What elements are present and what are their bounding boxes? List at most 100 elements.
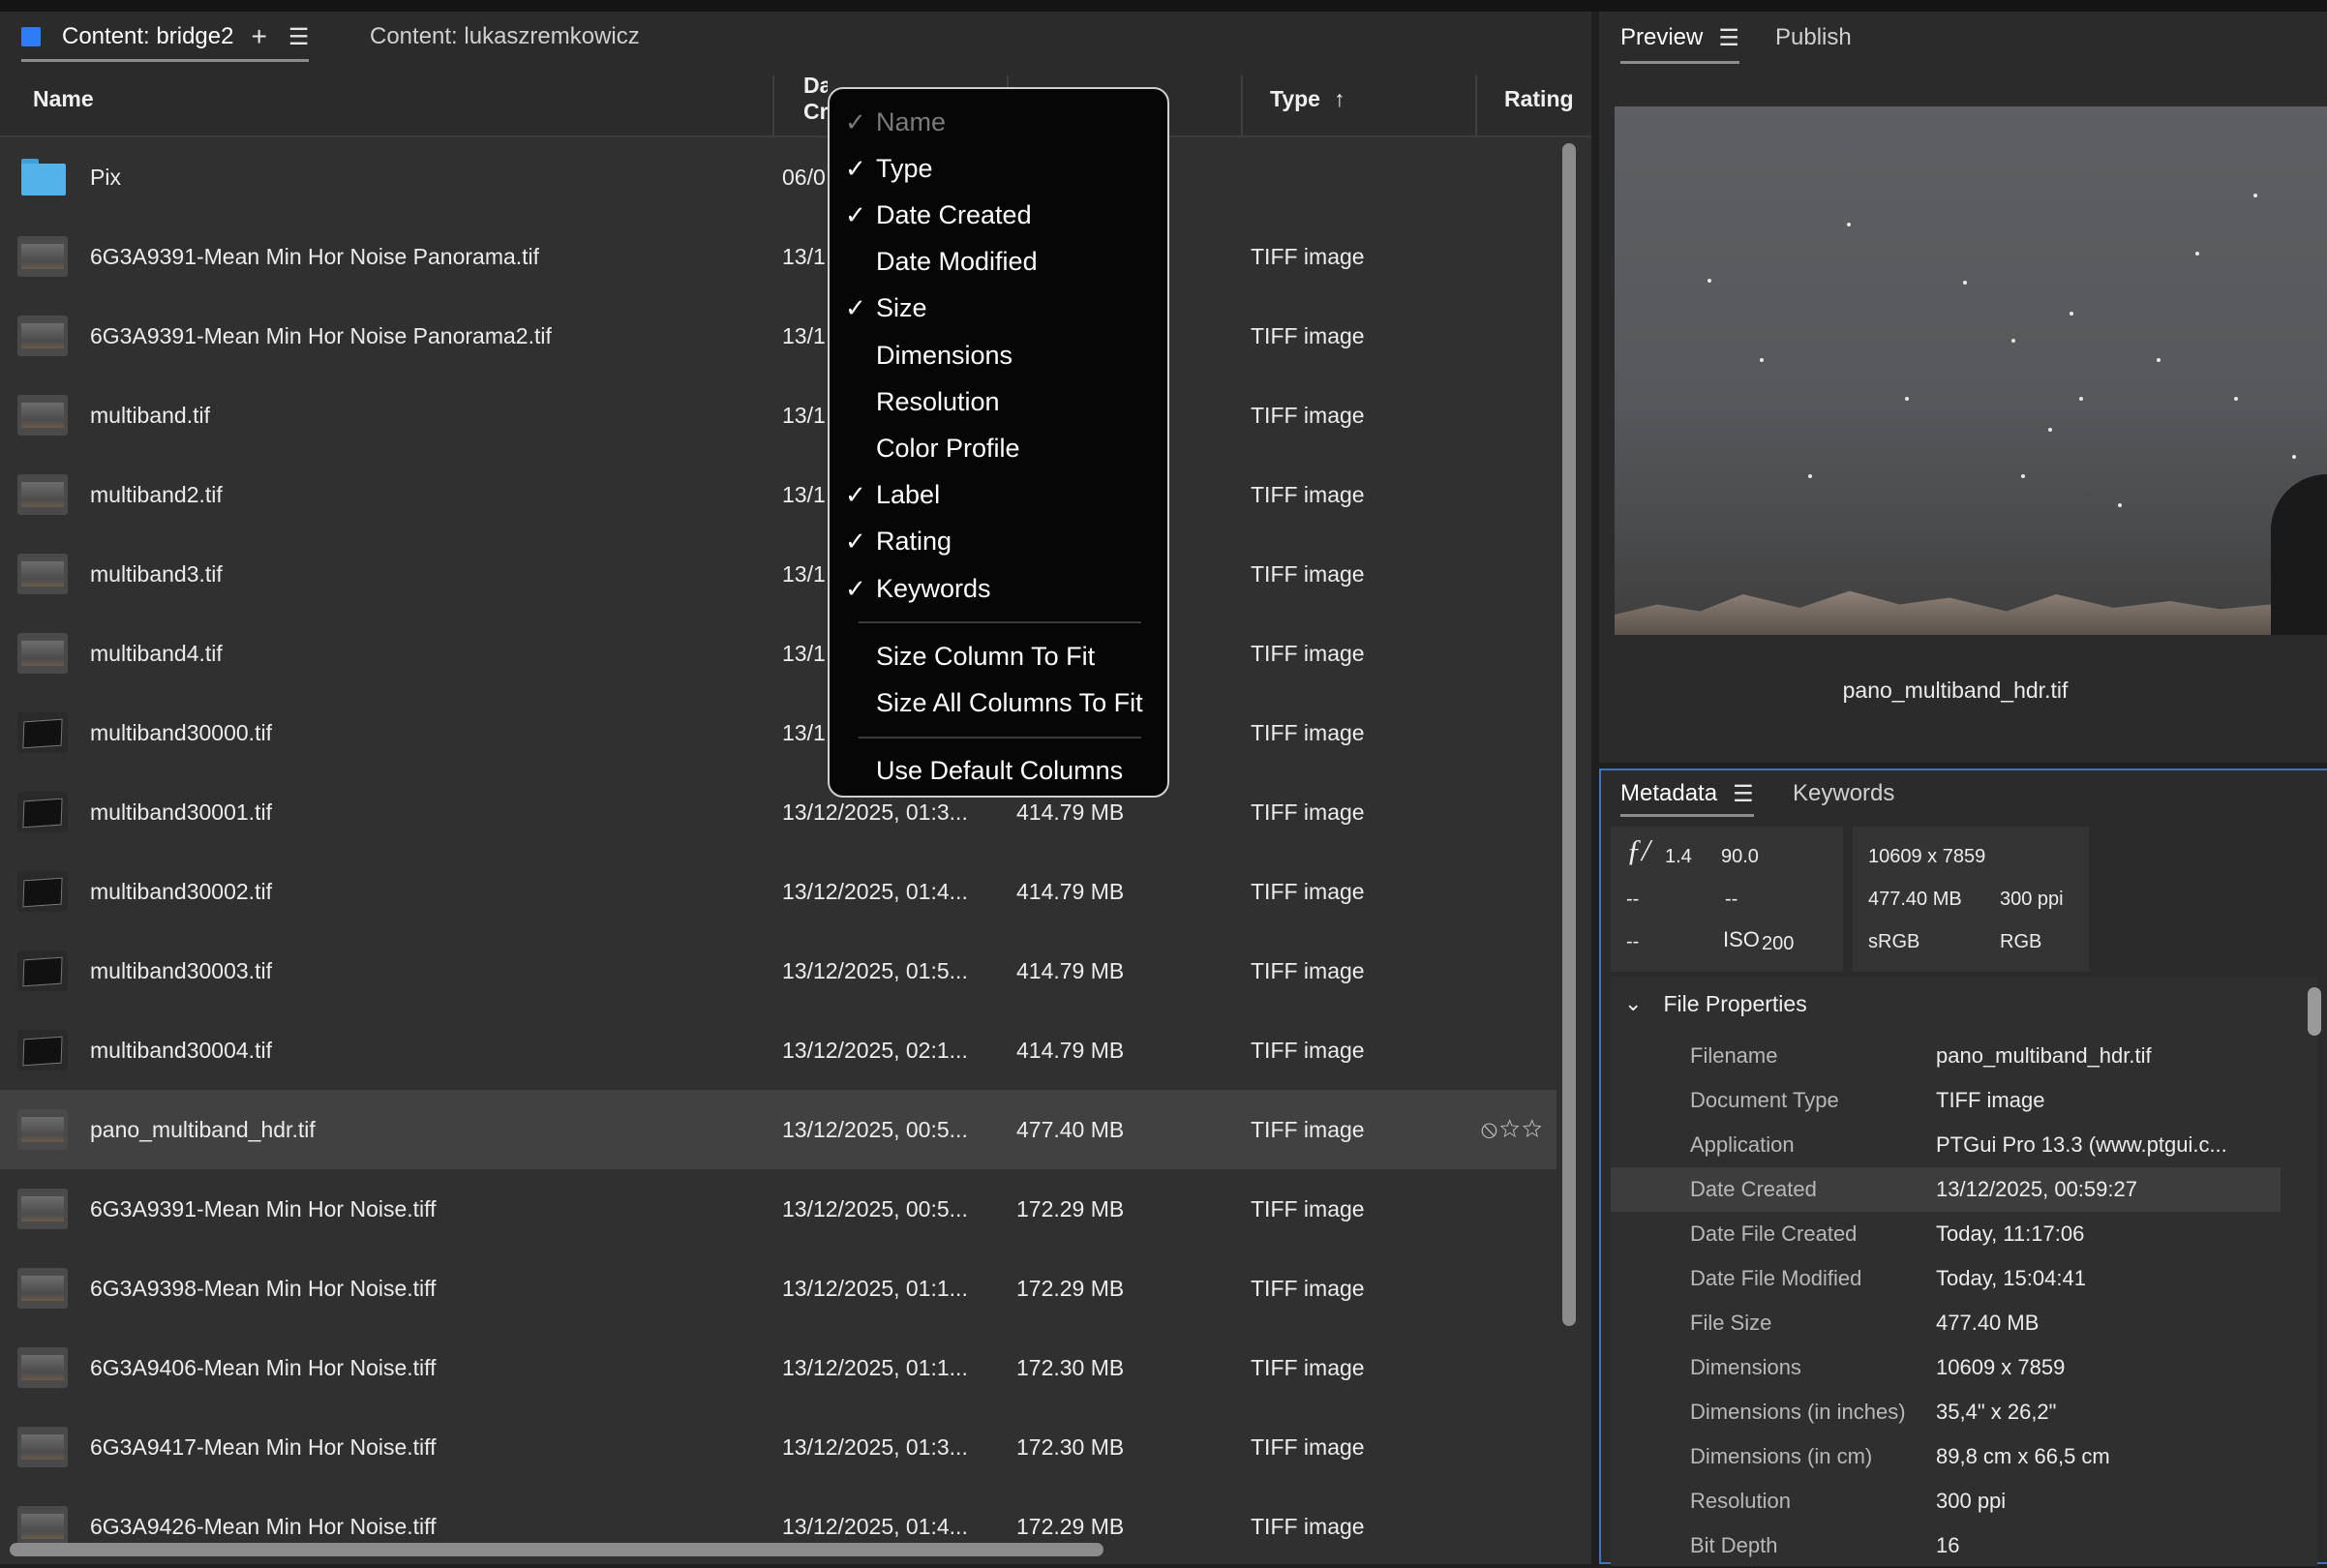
- column-divider[interactable]: [1475, 75, 1477, 136]
- property-value: PTGui Pro 13.3 (www.ptgui.c...: [1936, 1132, 2227, 1157]
- file-type: TIFF image: [1251, 878, 1365, 904]
- star-dot: [2195, 252, 2199, 256]
- property-key: Document Type: [1690, 1088, 1839, 1112]
- column-divider[interactable]: [1241, 75, 1243, 136]
- file-type: TIFF image: [1251, 243, 1365, 269]
- property-row[interactable]: Dimensions (in inches) 35,4" x 26,2": [1611, 1390, 2281, 1434]
- menu-item-date-created[interactable]: ✓ Date Created: [830, 192, 1167, 238]
- menu-item-label[interactable]: ✓ Label: [830, 472, 1167, 519]
- checkmark-icon: ✓: [845, 573, 866, 603]
- chevron-down-icon[interactable]: ⌄: [1624, 991, 1642, 1016]
- panel-menu-icon[interactable]: ☰: [288, 23, 310, 51]
- property-row[interactable]: Dimensions (in cm) 89,8 cm x 66,5 cm: [1611, 1434, 2281, 1479]
- metadata-scrollbar[interactable]: [2308, 987, 2321, 1036]
- file-date: 13/12/2025, 01:1...: [782, 1354, 968, 1380]
- add-tab-icon[interactable]: +: [251, 21, 266, 52]
- file-row[interactable]: multiband30000.tif 13/1 TIFF image: [0, 693, 1556, 774]
- column-header-name[interactable]: Name: [33, 62, 94, 136]
- menu-item-keywords[interactable]: ✓ Keywords: [830, 565, 1167, 612]
- property-row[interactable]: Date Created 13/12/2025, 00:59:27: [1611, 1167, 2281, 1212]
- menu-separator: [859, 621, 1141, 624]
- menu-item-dimensions[interactable]: Dimensions: [830, 332, 1167, 378]
- tab-keywords[interactable]: Keywords: [1793, 770, 1894, 817]
- menu-item-date-modified[interactable]: Date Modified: [830, 239, 1167, 286]
- tab-content-bridge2[interactable]: Content: bridge2 + ☰: [21, 12, 310, 62]
- file-row[interactable]: multiband4.tif 13/1 TIFF image: [0, 614, 1556, 695]
- column-header-row: Name Date Created Type ↑ Rating: [0, 62, 1591, 137]
- column-header-rating[interactable]: Rating: [1504, 62, 1574, 136]
- menu-item-size-all-columns-to-fit[interactable]: Size All Columns To Fit: [830, 679, 1167, 726]
- menu-item-color-profile[interactable]: Color Profile: [830, 425, 1167, 471]
- property-row[interactable]: Date File Modified Today, 15:04:41: [1611, 1256, 2281, 1301]
- menu-item-use-default-columns[interactable]: Use Default Columns: [830, 748, 1167, 795]
- tab-content-lukaszremkowicz[interactable]: Content: lukaszremkowicz: [370, 12, 640, 62]
- file-row[interactable]: Pix 06/0: [0, 137, 1556, 219]
- checkmark-icon: ✓: [845, 106, 866, 136]
- star-dot: [1963, 281, 1967, 285]
- file-properties-header[interactable]: ⌄ File Properties: [1611, 978, 2317, 1030]
- file-type: TIFF image: [1251, 1433, 1365, 1460]
- file-name: 6G3A9417-Mean Min Hor Noise.tiff: [90, 1433, 437, 1460]
- property-row[interactable]: Application PTGui Pro 13.3 (www.ptgui.c..…: [1611, 1123, 2281, 1167]
- panel-menu-icon[interactable]: ☰: [1733, 780, 1754, 808]
- file-row[interactable]: multiband30004.tif 13/12/2025, 02:1... 414…: [0, 1010, 1556, 1092]
- property-row[interactable]: File Size 477.40 MB: [1611, 1301, 2281, 1345]
- file-row[interactable]: multiband30001.tif 13/12/2025, 01:3... 414…: [0, 772, 1556, 854]
- file-summary-block: 10609 x 7859 477.40 MB 300 ppi sRGB RGB: [1853, 827, 2089, 972]
- vertical-scrollbar[interactable]: [1562, 143, 1576, 1326]
- file-type: TIFF image: [1251, 1037, 1365, 1063]
- rating-stars[interactable]: ⦸☆☆: [1481, 1090, 1544, 1169]
- menu-item-rating[interactable]: ✓ Rating: [830, 519, 1167, 565]
- column-header-date[interactable]: Date Created: [803, 62, 828, 136]
- file-date: 13/12/2025, 01:3...: [782, 1433, 968, 1460]
- metering-value: --: [1626, 931, 1640, 952]
- file-row[interactable]: multiband30003.tif 13/12/2025, 01:5... 414…: [0, 931, 1556, 1012]
- horizontal-scrollbar[interactable]: [10, 1543, 1103, 1556]
- property-key: Bit Depth: [1690, 1533, 1778, 1557]
- column-divider[interactable]: [772, 75, 774, 136]
- property-row[interactable]: Bit Depth 16: [1611, 1523, 2281, 1568]
- file-row[interactable]: 6G3A9406-Mean Min Hor Noise.tiff 13/12/20…: [0, 1328, 1556, 1409]
- file-row[interactable]: 6G3A9391-Mean Min Hor Noise Panorama.tif…: [0, 217, 1556, 298]
- tab-metadata[interactable]: Metadata ☰: [1620, 770, 1754, 817]
- file-thumbnail: [17, 1030, 68, 1070]
- file-type: TIFF image: [1251, 560, 1365, 587]
- star-dot: [2011, 339, 2015, 343]
- file-name: 6G3A9398-Mean Min Hor Noise.tiff: [90, 1275, 437, 1301]
- tab-publish[interactable]: Publish: [1775, 12, 1852, 64]
- tab-preview[interactable]: Preview ☰: [1620, 12, 1739, 64]
- summary-size: 477.40 MB: [1868, 889, 1962, 910]
- menu-item-size-column-to-fit[interactable]: Size Column To Fit: [830, 633, 1167, 679]
- file-row[interactable]: pano_multiband_hdr.tif 13/12/2025, 00:5..…: [0, 1090, 1556, 1171]
- menu-item-resolution[interactable]: Resolution: [830, 378, 1167, 425]
- file-type: TIFF image: [1251, 1354, 1365, 1380]
- column-header-type[interactable]: Type ↑: [1270, 62, 1345, 136]
- menu-item-size[interactable]: ✓ Size: [830, 286, 1167, 332]
- star-dot: [2118, 503, 2122, 507]
- property-row[interactable]: Resolution 300 ppi: [1611, 1479, 2281, 1523]
- property-key: File Size: [1690, 1311, 1772, 1335]
- property-row[interactable]: Date File Created Today, 11:17:06: [1611, 1212, 2281, 1256]
- property-row[interactable]: Document Type TIFF image: [1611, 1078, 2281, 1123]
- property-row[interactable]: Filename pano_multiband_hdr.tif: [1611, 1034, 2281, 1078]
- file-row[interactable]: 6G3A9398-Mean Min Hor Noise.tiff 13/12/20…: [0, 1249, 1556, 1330]
- menu-item-type[interactable]: ✓ Type: [830, 145, 1167, 192]
- preview-image[interactable]: [1615, 106, 2327, 635]
- property-value: 16: [1936, 1533, 1960, 1557]
- property-value: Today, 15:04:41: [1936, 1266, 2086, 1290]
- star-dot: [1760, 358, 1764, 362]
- file-row[interactable]: 6G3A9391-Mean Min Hor Noise.tiff 13/12/20…: [0, 1169, 1556, 1251]
- column-context-menu: ✓ Name ✓ Type ✓ Date Created Date Modified ✓ Siz…: [828, 87, 1169, 798]
- file-date: 13/1: [782, 481, 826, 507]
- file-row[interactable]: multiband2.tif 13/1 TIFF image: [0, 455, 1556, 536]
- star-dot: [2079, 397, 2083, 401]
- property-key: Dimensions (in inches): [1690, 1400, 1906, 1424]
- file-row[interactable]: multiband3.tif 13/1 TIFF image: [0, 534, 1556, 616]
- panel-menu-icon[interactable]: ☰: [1718, 24, 1739, 52]
- file-row[interactable]: multiband30002.tif 13/12/2025, 01:4... 414…: [0, 852, 1556, 933]
- tree-silhouette: [2271, 474, 2327, 635]
- property-row[interactable]: Dimensions 10609 x 7859: [1611, 1345, 2281, 1390]
- file-row[interactable]: 6G3A9391-Mean Min Hor Noise Panorama2.ti…: [0, 296, 1556, 377]
- file-row[interactable]: multiband.tif 13/1 TIFF image: [0, 376, 1556, 457]
- file-row[interactable]: 6G3A9417-Mean Min Hor Noise.tiff 13/12/20…: [0, 1407, 1556, 1489]
